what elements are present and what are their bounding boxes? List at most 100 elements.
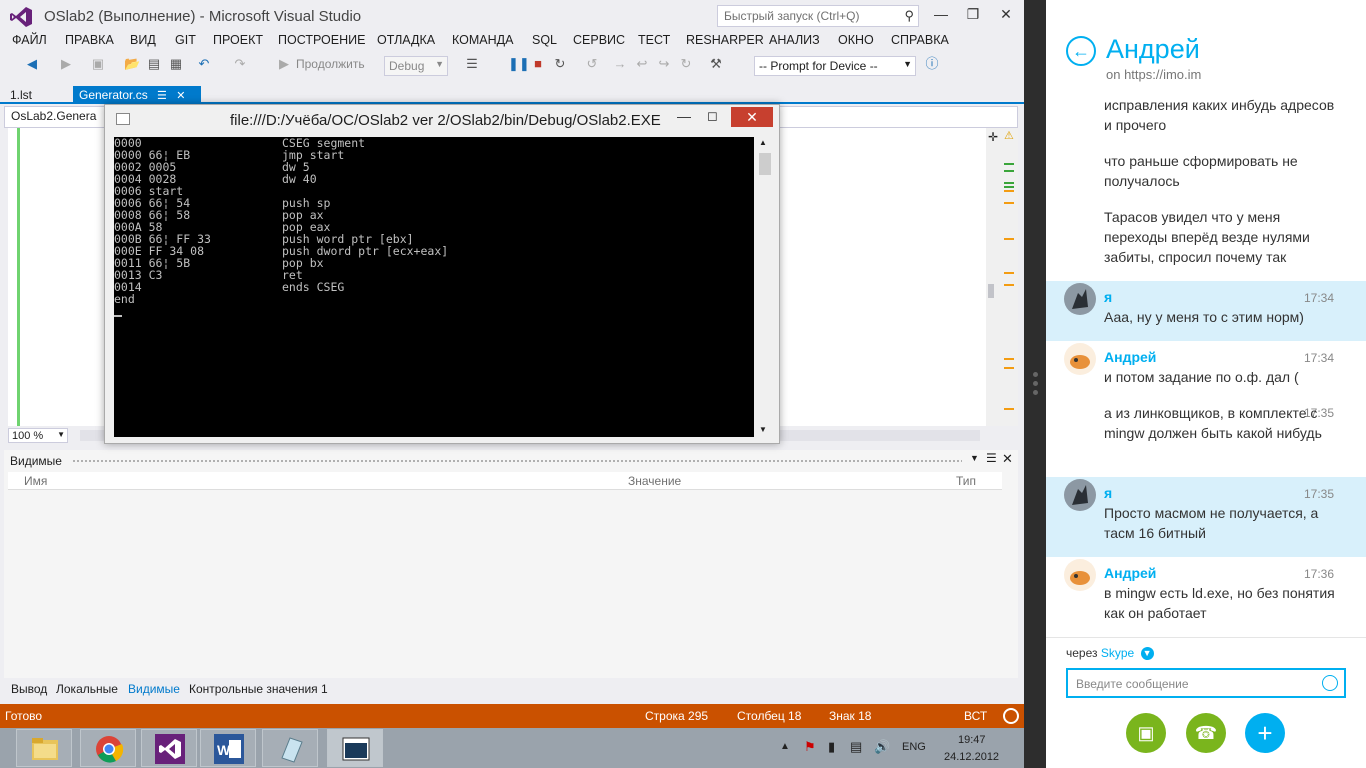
redo-icon[interactable]: ↷ (232, 56, 248, 72)
restore-button[interactable]: ❐ (960, 4, 986, 24)
tab-1-lst[interactable]: 1.lst (4, 86, 38, 104)
console-window[interactable]: file:///D:/Учёба/ОС/OSlab2 ver 2/OSlab2/… (104, 104, 780, 444)
hex-display-icon[interactable]: ↻ (678, 56, 694, 72)
nav-type-select[interactable]: OsLab2.Genera (11, 109, 96, 123)
save-all-icon[interactable]: ▦ (168, 56, 184, 72)
emoticon-icon[interactable] (1322, 675, 1338, 691)
search-icon[interactable]: ⚲ (904, 8, 914, 24)
menu-build[interactable]: ПОСТРОЕНИЕ (278, 33, 365, 47)
col-value[interactable]: Значение (628, 474, 681, 488)
menu-sql[interactable]: SQL (532, 33, 557, 47)
console-title-bar[interactable]: file:///D:/Учёба/ОС/OSlab2 ver 2/OSlab2/… (105, 105, 779, 135)
tab-watch1[interactable]: Контрольные значения 1 (189, 682, 328, 696)
tab-locals[interactable]: Локальные (56, 682, 118, 696)
back-arrow-icon[interactable]: ← (1066, 36, 1096, 66)
menu-tools[interactable]: СЕРВИС (573, 33, 625, 47)
editor-vertical-scrollbar[interactable]: ✛ ⚠ (986, 128, 1018, 426)
step-out-icon[interactable]: ↪ (656, 56, 672, 72)
scroll-up-icon[interactable]: ▲ (759, 138, 767, 147)
scroll-thumb[interactable] (988, 284, 994, 298)
voice-call-button[interactable]: ☎ (1186, 713, 1226, 753)
info-icon[interactable]: ⓘ (924, 56, 940, 72)
menu-team[interactable]: КОМАНДА (452, 33, 513, 47)
tray-time[interactable]: 19:47 (958, 734, 986, 746)
tray-battery-icon[interactable]: ▮ (828, 739, 835, 755)
restart-icon[interactable]: ↻ (552, 56, 568, 72)
menu-edit[interactable]: ПРАВКА (65, 33, 114, 47)
menu-resharper[interactable]: RESHARPER (686, 33, 764, 47)
chevron-down-icon[interactable]: ▼ (1140, 647, 1154, 661)
step-into-icon[interactable]: → (612, 56, 628, 72)
tab-autos[interactable]: Видимые (128, 682, 180, 696)
scroll-thumb[interactable] (759, 153, 771, 175)
console-app-icon[interactable] (116, 113, 130, 125)
snap-divider[interactable] (1024, 0, 1046, 768)
stop-icon[interactable]: ■ (530, 56, 546, 72)
open-file-icon[interactable]: 📂 (124, 56, 140, 72)
tab-generator-cs[interactable]: Generator.cs ☰ ✕ (73, 86, 201, 104)
tray-volume-icon[interactable]: 🔊 (874, 739, 890, 755)
scroll-down-icon[interactable]: ▼ (759, 425, 767, 434)
col-type[interactable]: Тип (956, 474, 976, 488)
menu-git[interactable]: GIT (175, 33, 196, 47)
taskbar-chrome[interactable] (80, 729, 136, 767)
undo-icon[interactable]: ↶ (196, 56, 212, 72)
menu-window[interactable]: ОКНО (838, 33, 874, 47)
taskbar-visual-studio[interactable] (141, 729, 197, 767)
menu-test[interactable]: ТЕСТ (638, 33, 670, 47)
tray-flag-icon[interactable]: ⚑ (804, 739, 816, 755)
tray-date[interactable]: 24.12.2012 (944, 751, 999, 763)
taskbar-console[interactable] (327, 729, 383, 767)
message-input[interactable]: Введите сообщение (1066, 668, 1346, 698)
close-tab-icon[interactable]: ✕ (176, 90, 185, 102)
panel-grip[interactable] (72, 459, 962, 463)
step-over-icon[interactable]: ↩ (634, 56, 650, 72)
watch-list[interactable] (8, 490, 1002, 676)
chevron-down-icon[interactable]: ▼ (970, 453, 979, 463)
back-icon[interactable]: ◀ (24, 56, 40, 72)
close-icon[interactable]: ✕ (1002, 451, 1013, 467)
menu-project[interactable]: ПРОЕКТ (213, 33, 263, 47)
menu-view[interactable]: ВИД (130, 33, 156, 47)
console-minimize-button[interactable]: — (677, 108, 691, 124)
forward-icon[interactable]: ▶ (58, 56, 74, 72)
config-select[interactable]: Debug ▼ (384, 56, 448, 76)
minimize-button[interactable]: — (928, 4, 954, 24)
menu-analyze[interactable]: АНАЛИЗ (769, 33, 820, 47)
pin-icon[interactable]: ☰ (986, 451, 997, 465)
split-icon[interactable]: ✛ (988, 130, 998, 144)
video-call-button[interactable]: ▣ (1126, 713, 1166, 753)
zoom-select[interactable]: 100 % ▼ (8, 428, 68, 443)
console-maximize-button[interactable]: ◻ (707, 108, 718, 124)
device-select[interactable]: -- Prompt for Device -- ▼ (754, 56, 916, 76)
tray-network-icon[interactable]: ▤ (850, 739, 862, 755)
watch-scrollbar[interactable] (1002, 472, 1016, 676)
show-next-statement-icon[interactable]: ↺ (584, 56, 600, 72)
taskbar-word[interactable]: W (200, 729, 256, 767)
console-output[interactable]: 0000 CSEG segment 0000 66¦ EB jmp start 0002… (114, 137, 754, 437)
menu-debug[interactable]: ОТЛАДКА (377, 33, 435, 47)
menu-help[interactable]: СПРАВКА (891, 33, 949, 47)
tools-icon[interactable]: ⚒ (708, 56, 724, 72)
tray-show-hidden-icon[interactable]: ▲ (780, 741, 790, 752)
console-close-button[interactable]: ✕ (731, 107, 773, 127)
save-icon[interactable]: ▤ (146, 56, 162, 72)
notification-icon[interactable] (1003, 708, 1019, 724)
tray-language[interactable]: ENG (902, 741, 926, 753)
debug-process-icon[interactable]: ☰ (464, 56, 480, 72)
new-project-icon[interactable]: ▣ (90, 56, 106, 72)
col-name[interactable]: Имя (24, 474, 47, 488)
continue-button[interactable]: Продолжить (296, 57, 365, 71)
taskbar-explorer[interactable] (16, 729, 72, 767)
close-button[interactable]: ✕ (993, 4, 1019, 24)
taskbar-notepad[interactable] (262, 729, 318, 767)
pause-icon[interactable]: ❚❚ (508, 56, 530, 72)
add-button[interactable]: + (1245, 713, 1285, 753)
tab-output[interactable]: Вывод (11, 682, 47, 696)
menu-file[interactable]: ФАЙЛ (12, 33, 47, 47)
pin-icon[interactable]: ☰ (157, 90, 167, 102)
continue-icon[interactable]: ▶ (276, 56, 292, 72)
quick-launch-input[interactable]: Быстрый запуск (Ctrl+Q) ⚲ (717, 5, 919, 27)
console-scrollbar[interactable]: ▲ ▼ (756, 137, 772, 437)
send-via-selector[interactable]: через Skype ▼ (1066, 646, 1154, 661)
